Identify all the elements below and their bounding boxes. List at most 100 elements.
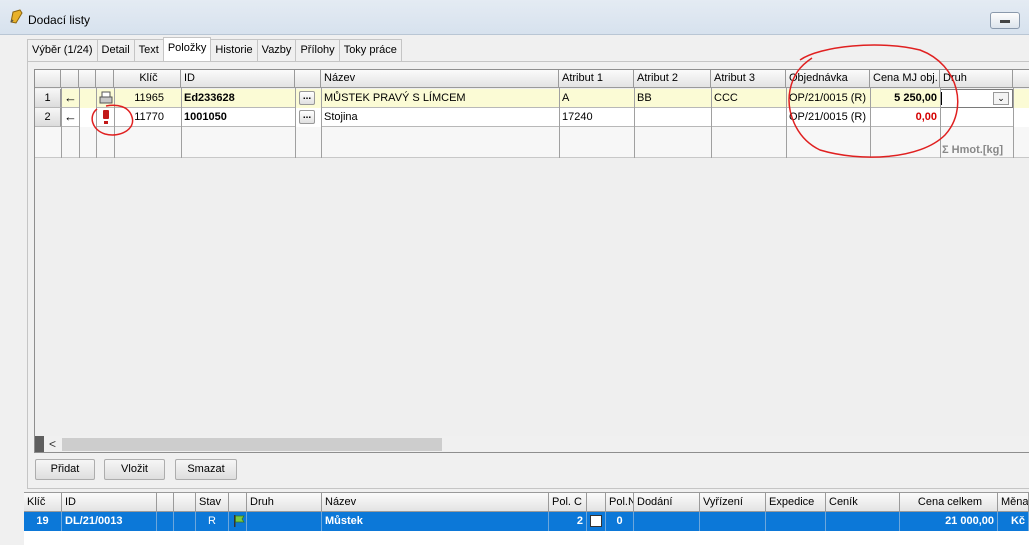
cell-id: DL/21/0013 bbox=[62, 512, 157, 531]
header-arrow bbox=[61, 70, 79, 88]
scroll-corner bbox=[35, 436, 44, 452]
tab-toky-prace[interactable]: Toky práce bbox=[338, 39, 402, 61]
cell-id[interactable]: 1001050 bbox=[181, 108, 295, 127]
insert-button[interactable]: Vložit bbox=[104, 459, 165, 480]
cell-pol-c: 2 bbox=[549, 512, 587, 531]
header-dots bbox=[295, 70, 321, 88]
header-attr3[interactable]: Atribut 3 bbox=[711, 70, 786, 88]
cell-unit-price[interactable]: 5 250,00 bbox=[870, 89, 940, 108]
header-expedition[interactable]: Expedice bbox=[766, 493, 826, 512]
cell-blank bbox=[157, 512, 174, 531]
header-type[interactable]: Druh bbox=[247, 493, 322, 512]
tab-polozky[interactable]: Položky bbox=[162, 37, 212, 61]
header-end bbox=[1013, 70, 1029, 88]
text-cursor bbox=[941, 92, 942, 105]
lookup-button[interactable]: ... bbox=[299, 91, 315, 105]
minimize-button[interactable] bbox=[990, 12, 1020, 29]
items-grid[interactable]: Klíč ID Název Atribut 1 Atribut 2 Atribu… bbox=[34, 69, 1029, 453]
cell-attr3[interactable]: CCC bbox=[711, 89, 786, 108]
cell-name[interactable]: Stojina bbox=[321, 108, 559, 127]
header-rownum bbox=[35, 70, 61, 88]
cell-attr1[interactable]: 17240 bbox=[559, 108, 634, 127]
type-select[interactable]: ⌄ bbox=[940, 89, 1013, 108]
header-attr1[interactable]: Atribut 1 bbox=[559, 70, 634, 88]
lookup-button[interactable]: ... bbox=[299, 110, 315, 124]
selected-row[interactable]: 19 DL/21/0013 R Můstek 2 0 21 000,00 Kč bbox=[24, 512, 1029, 531]
header-status bbox=[96, 70, 114, 88]
scroll-left-icon[interactable]: < bbox=[49, 437, 56, 451]
header-blank bbox=[587, 493, 606, 512]
delivery-notes-grid[interactable]: Klíč ID Stav Druh Název Pol. C Pol.N Dod… bbox=[24, 492, 1029, 545]
cell-order[interactable]: OP/21/0015 (R) bbox=[786, 89, 870, 108]
header-delivery[interactable]: Dodání bbox=[634, 493, 700, 512]
header-name[interactable]: Název bbox=[321, 70, 559, 88]
cell-unit-price[interactable]: 0,00 bbox=[870, 108, 940, 127]
cell-type bbox=[247, 512, 322, 531]
header-id[interactable]: ID bbox=[62, 493, 157, 512]
tab-historie[interactable]: Historie bbox=[210, 39, 258, 61]
cell-attr2[interactable]: BB bbox=[634, 89, 711, 108]
header-unit-price[interactable]: Cena MJ obj. bbox=[870, 70, 940, 88]
cell-key: 19 bbox=[24, 512, 62, 531]
header-id[interactable]: ID bbox=[181, 70, 295, 88]
tab-vyber[interactable]: Výběr (1/24) bbox=[27, 39, 98, 61]
header-order[interactable]: Objednávka bbox=[786, 70, 870, 88]
add-button[interactable]: Přidat bbox=[35, 459, 95, 480]
tab-text[interactable]: Text bbox=[133, 39, 164, 61]
weight-sum-label: Σ Hmot.[kg] bbox=[942, 144, 1003, 156]
header-name[interactable]: Název bbox=[322, 493, 549, 512]
cell-type[interactable] bbox=[940, 108, 1013, 127]
row-number[interactable]: 2 bbox=[35, 108, 61, 127]
cell-attr1[interactable]: A bbox=[559, 89, 634, 108]
header-pricelist[interactable]: Ceník bbox=[826, 493, 900, 512]
flag-icon bbox=[229, 512, 247, 531]
cell-pol-n: 0 bbox=[606, 512, 634, 531]
cell-key: 11965 bbox=[114, 89, 181, 108]
tab-detail[interactable]: Detail bbox=[96, 39, 135, 61]
printer-icon bbox=[96, 89, 114, 108]
header-flag bbox=[229, 493, 247, 512]
header-pol-c[interactable]: Pol. C bbox=[549, 493, 587, 512]
tab-vazby[interactable]: Vazby bbox=[256, 39, 297, 61]
cell-expedition bbox=[766, 512, 826, 531]
warning-icon bbox=[96, 108, 114, 127]
header-blank bbox=[157, 493, 174, 512]
cell-blank bbox=[174, 512, 196, 531]
header-settlement[interactable]: Vyřízení bbox=[700, 493, 766, 512]
cell-total: 21 000,00 bbox=[900, 512, 998, 531]
window-title: Dodací listy bbox=[28, 13, 91, 27]
header-blank bbox=[79, 70, 96, 88]
header-pol-n[interactable]: Pol.N bbox=[606, 493, 634, 512]
left-arrow-icon[interactable]: ← bbox=[61, 108, 79, 127]
header-type[interactable]: Druh bbox=[940, 70, 1013, 88]
minimize-icon bbox=[1000, 20, 1010, 23]
cell-settlement bbox=[700, 512, 766, 531]
cell-name[interactable]: MŮSTEK PRAVÝ S LÍMCEM bbox=[321, 89, 559, 108]
tab-bar: Výběr (1/24) Detail Text Položky Histori… bbox=[27, 37, 402, 61]
header-currency[interactable]: Měna bbox=[998, 493, 1029, 512]
chevron-down-icon[interactable]: ⌄ bbox=[993, 92, 1009, 105]
table-row[interactable]: 1 ← 11965 Ed233628 ... MŮSTEK PRAVÝ S LÍ… bbox=[35, 89, 1029, 108]
cell-id[interactable]: Ed233628 bbox=[181, 89, 295, 108]
cell-currency: Kč bbox=[998, 512, 1029, 531]
header-state[interactable]: Stav bbox=[196, 493, 229, 512]
cell-attr2[interactable] bbox=[634, 108, 711, 127]
header-key[interactable]: Klíč bbox=[114, 70, 181, 88]
checkbox[interactable] bbox=[587, 512, 606, 531]
cell-state: R bbox=[196, 512, 229, 531]
left-arrow-icon[interactable]: ← bbox=[61, 89, 79, 108]
header-attr2[interactable]: Atribut 2 bbox=[634, 70, 711, 88]
scroll-thumb[interactable] bbox=[62, 438, 442, 451]
tab-prilohy[interactable]: Přílohy bbox=[295, 39, 340, 61]
checkbox-box bbox=[590, 515, 602, 527]
cell-delivery bbox=[634, 512, 700, 531]
table-row[interactable]: 2 ← 11770 1001050 ... Stojina 17240 OP/2… bbox=[35, 108, 1029, 127]
row-number[interactable]: 1 bbox=[35, 89, 61, 108]
cell-order[interactable]: OP/21/0015 (R) bbox=[786, 108, 870, 127]
header-total[interactable]: Cena celkem bbox=[900, 493, 998, 512]
cell-attr3[interactable] bbox=[711, 108, 786, 127]
summary-row bbox=[35, 127, 1029, 158]
horizontal-scrollbar[interactable]: < bbox=[35, 436, 1029, 452]
header-key[interactable]: Klíč bbox=[24, 493, 62, 512]
delete-button[interactable]: Smazat bbox=[175, 459, 237, 480]
